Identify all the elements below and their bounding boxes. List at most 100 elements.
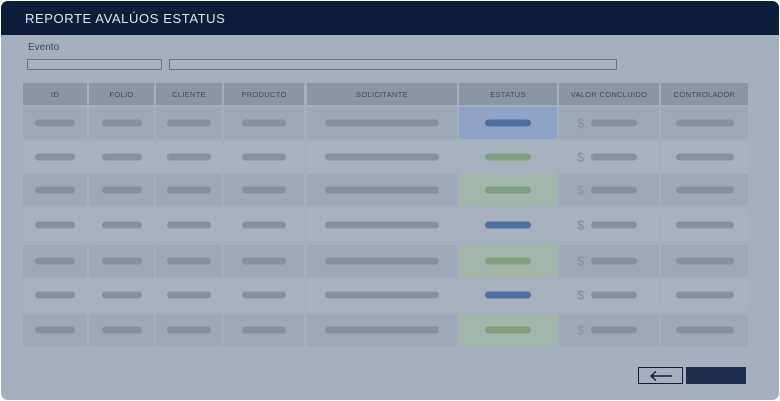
table-cell xyxy=(23,209,87,241)
currency-symbol: $ xyxy=(577,253,585,269)
evento-code-field[interactable] xyxy=(27,59,162,70)
table-cell xyxy=(23,174,87,206)
currency-symbol: $ xyxy=(577,322,585,338)
window-title: REPORTE AVALÚOS ESTATUS xyxy=(25,11,226,26)
placeholder-value xyxy=(167,291,211,299)
column-header-estatus[interactable]: ESTATUS xyxy=(459,83,557,105)
placeholder-value xyxy=(102,119,142,127)
table-cell xyxy=(459,141,557,173)
table-cell xyxy=(459,279,557,311)
table-cell xyxy=(156,245,222,277)
column-header-folio[interactable]: FOLIO xyxy=(89,83,154,105)
placeholder-value xyxy=(35,221,75,229)
placeholder-value xyxy=(167,119,211,127)
placeholder-value xyxy=(102,291,142,299)
table-cell xyxy=(224,245,304,277)
currency-symbol: $ xyxy=(577,182,585,198)
column-header-valor-concluido[interactable]: VALOR CONCLUIDO xyxy=(559,83,659,105)
table-cell xyxy=(661,107,748,139)
table-cell xyxy=(661,245,748,277)
column-header-cliente[interactable]: CLIENTE xyxy=(156,83,222,105)
table-cell: $ xyxy=(559,174,659,206)
placeholder-value xyxy=(35,326,75,334)
table-cell xyxy=(224,174,304,206)
back-button[interactable] xyxy=(638,367,683,384)
table-cell xyxy=(307,141,457,173)
table-cell xyxy=(156,209,222,241)
table-cell xyxy=(156,279,222,311)
table-cell xyxy=(224,279,304,311)
placeholder-value xyxy=(242,221,286,229)
status-badge xyxy=(485,257,531,265)
placeholder-value xyxy=(676,119,734,127)
table-cell xyxy=(156,174,222,206)
placeholder-value xyxy=(325,186,439,194)
table-cell: $ xyxy=(559,141,659,173)
placeholder-value xyxy=(325,291,439,299)
placeholder-value xyxy=(242,186,286,194)
currency-symbol: $ xyxy=(577,287,585,303)
placeholder-value xyxy=(35,153,75,161)
table-cell xyxy=(661,141,748,173)
placeholder-value xyxy=(242,291,286,299)
placeholder-value xyxy=(591,119,637,127)
table-cell xyxy=(89,141,154,173)
table-cell xyxy=(459,245,557,277)
table-cell xyxy=(661,174,748,206)
table-cell xyxy=(89,174,154,206)
table-cell xyxy=(224,314,304,346)
placeholder-value xyxy=(591,291,637,299)
table-cell xyxy=(89,107,154,139)
table-cell xyxy=(224,141,304,173)
status-badge xyxy=(485,153,531,161)
table-cell xyxy=(156,314,222,346)
placeholder-value xyxy=(676,326,734,334)
table-cell xyxy=(459,107,557,139)
table-cell xyxy=(224,209,304,241)
placeholder-value xyxy=(325,119,439,127)
placeholder-value xyxy=(102,221,142,229)
placeholder-value xyxy=(167,257,211,265)
placeholder-value xyxy=(242,153,286,161)
currency-symbol: $ xyxy=(577,115,585,131)
table-cell xyxy=(661,279,748,311)
table-cell xyxy=(307,209,457,241)
table-cell xyxy=(156,107,222,139)
table-cell xyxy=(307,174,457,206)
placeholder-value xyxy=(325,153,439,161)
status-badge xyxy=(485,326,531,334)
table-cell xyxy=(23,141,87,173)
column-header-id[interactable]: ID xyxy=(23,83,87,105)
placeholder-value xyxy=(35,257,75,265)
table-cell: $ xyxy=(559,107,659,139)
currency-symbol: $ xyxy=(577,217,585,233)
placeholder-value xyxy=(591,326,637,334)
placeholder-value xyxy=(167,153,211,161)
placeholder-value xyxy=(102,257,142,265)
title-bar: REPORTE AVALÚOS ESTATUS xyxy=(1,1,779,35)
placeholder-value xyxy=(35,186,75,194)
placeholder-value xyxy=(35,119,75,127)
column-header-solicitante[interactable]: SOLICITANTE xyxy=(307,83,457,105)
table-cell xyxy=(307,245,457,277)
table-cell xyxy=(661,314,748,346)
table-cell xyxy=(661,209,748,241)
arrow-left-icon xyxy=(649,370,672,381)
placeholder-value xyxy=(167,221,211,229)
table-cell xyxy=(459,314,557,346)
currency-symbol: $ xyxy=(577,149,585,165)
placeholder-value xyxy=(167,326,211,334)
placeholder-value xyxy=(591,257,637,265)
status-badge xyxy=(485,221,531,229)
primary-action-button[interactable] xyxy=(686,367,746,384)
table-cell: $ xyxy=(559,209,659,241)
placeholder-value xyxy=(676,186,734,194)
status-badge xyxy=(485,186,531,194)
column-header-producto[interactable]: PRODUCTO xyxy=(224,83,304,105)
placeholder-value xyxy=(35,291,75,299)
column-header-controlador[interactable]: CONTROLADOR xyxy=(661,83,748,105)
table-cell xyxy=(307,279,457,311)
placeholder-value xyxy=(102,186,142,194)
evento-name-field[interactable] xyxy=(169,59,617,70)
placeholder-value xyxy=(676,257,734,265)
